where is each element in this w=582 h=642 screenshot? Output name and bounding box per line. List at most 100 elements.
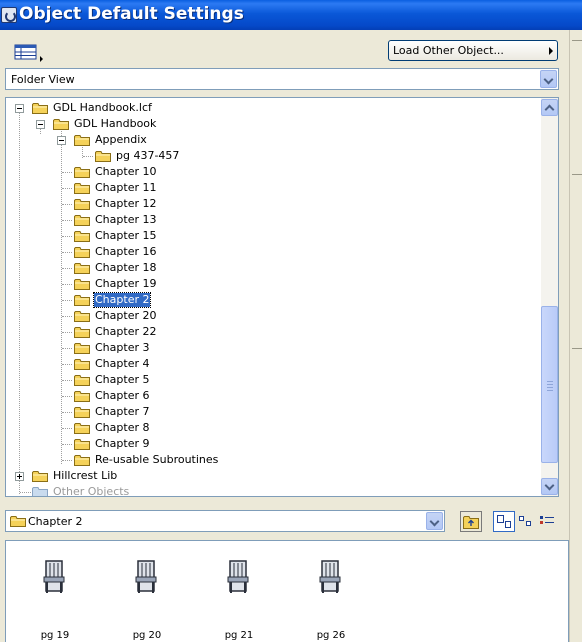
small-icons-icon — [519, 516, 531, 526]
object-label: pg 21 — [224, 630, 254, 641]
collapse-icon[interactable] — [15, 104, 24, 113]
tree-item-chapter[interactable]: Chapter 15 — [6, 228, 536, 244]
tree-item-chapter[interactable]: Chapter 8 — [6, 420, 536, 436]
tree-label: Chapter 2 — [92, 292, 152, 308]
folder-icon — [74, 390, 90, 402]
tree-item-gdl-handbook[interactable]: GDL Handbook — [6, 116, 536, 132]
tree-line — [62, 396, 72, 397]
tree-item-appendix-page[interactable]: pg 437-457 — [6, 148, 536, 164]
object-item[interactable]: pg 26 — [306, 559, 356, 641]
tree-item-chapter[interactable]: Chapter 12 — [6, 196, 536, 212]
title-bar[interactable]: Object Default Settings — [0, 0, 582, 30]
tree-label: Chapter 20 — [95, 309, 157, 322]
object-item[interactable]: pg 21 — [214, 559, 264, 641]
tree-item-chapter[interactable]: Chapter 19 — [6, 276, 536, 292]
object-label: pg 20 — [132, 630, 162, 641]
tree-label: Chapter 19 — [95, 277, 157, 290]
chevron-down-icon[interactable] — [426, 512, 443, 530]
tree-item-chapter[interactable]: Chapter 4 — [6, 356, 536, 372]
folder-view-select[interactable]: Folder View — [5, 68, 559, 90]
tree-scrollbar[interactable] — [541, 98, 558, 496]
folder-icon — [74, 198, 90, 210]
tree-item-chapter[interactable]: Chapter 18 — [6, 260, 536, 276]
app-icon[interactable] — [1, 7, 17, 23]
grip-line — [547, 387, 553, 388]
scroll-up-button[interactable] — [541, 99, 558, 116]
tree-line — [62, 316, 72, 317]
tree-label: GDL Handbook — [74, 117, 157, 130]
current-folder-value: Chapter 2 — [28, 515, 83, 528]
folder-icon — [74, 454, 90, 466]
tree-label: Chapter 4 — [95, 357, 150, 370]
tree-label: Chapter 15 — [95, 229, 157, 242]
folder-icon — [32, 102, 48, 114]
folder-icon — [95, 150, 111, 162]
load-other-object-button[interactable]: Load Other Object... — [388, 40, 558, 61]
folder-icon — [74, 230, 90, 242]
folder-icon — [32, 470, 48, 482]
list-view-button[interactable] — [537, 511, 559, 532]
object-preview-panel[interactable]: pg 19 pg 20 pg 21 pg 26 — [5, 540, 569, 642]
tree-item-chapter[interactable]: Chapter 6 — [6, 388, 536, 404]
folder-icon — [74, 134, 90, 146]
window-title: Object Default Settings — [19, 4, 244, 24]
tree-label: Chapter 11 — [95, 181, 157, 194]
object-label: pg 19 — [40, 630, 70, 641]
tree-item-chapter[interactable]: Chapter 22 — [6, 324, 536, 340]
folder-icon — [74, 246, 90, 258]
tree-label: Chapter 9 — [95, 437, 150, 450]
grip-line — [547, 390, 553, 391]
folder-icon — [74, 422, 90, 434]
collapse-icon[interactable] — [57, 136, 66, 145]
tree-item-chapter[interactable]: Chapter 13 — [6, 212, 536, 228]
tree-label: Chapter 13 — [95, 213, 157, 226]
folder-icon — [53, 118, 69, 130]
chevron-down-icon[interactable] — [540, 70, 557, 88]
tree-label: Chapter 10 — [95, 165, 157, 178]
edge-mark — [572, 174, 582, 175]
tree-label: Chapter 3 — [95, 341, 150, 354]
tree-item-root[interactable]: GDL Handbook.lcf — [6, 100, 536, 116]
tree-line — [62, 188, 72, 189]
chair-object-icon — [225, 559, 251, 595]
scroll-down-button[interactable] — [541, 478, 558, 495]
object-item[interactable]: pg 20 — [122, 559, 172, 641]
folder-up-button[interactable] — [460, 511, 482, 532]
current-folder-select[interactable]: Chapter 2 — [5, 510, 445, 532]
folder-icon — [74, 214, 90, 226]
tree-line — [62, 284, 72, 285]
tree-item-chapter[interactable]: Chapter 3 — [6, 340, 536, 356]
view-menu-button[interactable] — [11, 40, 45, 64]
tree-line — [62, 348, 72, 349]
folder-icon — [10, 515, 26, 527]
expand-icon[interactable] — [15, 472, 24, 481]
tree-item-chapter[interactable]: Chapter 16 — [6, 244, 536, 260]
tree-item-chapter[interactable]: Chapter 2 — [6, 292, 536, 308]
tree-item-chapter[interactable]: Re-usable Subroutines — [6, 452, 536, 468]
tree-item-appendix[interactable]: Appendix — [6, 132, 536, 148]
folder-icon — [74, 310, 90, 322]
tree-line — [62, 444, 72, 445]
collapse-icon[interactable] — [36, 120, 45, 129]
tree-item-other-objects[interactable]: Other Objects — [6, 484, 536, 496]
tree-line — [62, 236, 72, 237]
tree-item-hillcrest[interactable]: Hillcrest Lib — [6, 468, 536, 484]
tree-item-chapter[interactable]: Chapter 20 — [6, 308, 536, 324]
folder-icon — [74, 438, 90, 450]
tree-line — [62, 300, 72, 301]
tree-item-chapter[interactable]: Chapter 10 — [6, 164, 536, 180]
large-icons-view-button[interactable] — [493, 511, 515, 532]
tree-line — [62, 172, 72, 173]
object-item[interactable]: pg 19 — [30, 559, 80, 641]
scroll-thumb[interactable] — [541, 306, 558, 463]
folder-tree[interactable]: GDL Handbook.lcf GDL Handbook Appendix p… — [5, 97, 559, 497]
tree-item-chapter[interactable]: Chapter 5 — [6, 372, 536, 388]
tree-item-chapter[interactable]: Chapter 7 — [6, 404, 536, 420]
small-icons-view-button[interactable] — [515, 511, 537, 532]
tree-item-chapter[interactable]: Chapter 9 — [6, 436, 536, 452]
tree-item-chapter[interactable]: Chapter 11 — [6, 180, 536, 196]
tree-line — [62, 204, 72, 205]
folder-icon — [74, 374, 90, 386]
tree-label: Chapter 5 — [95, 373, 150, 386]
folder-icon — [74, 262, 90, 274]
